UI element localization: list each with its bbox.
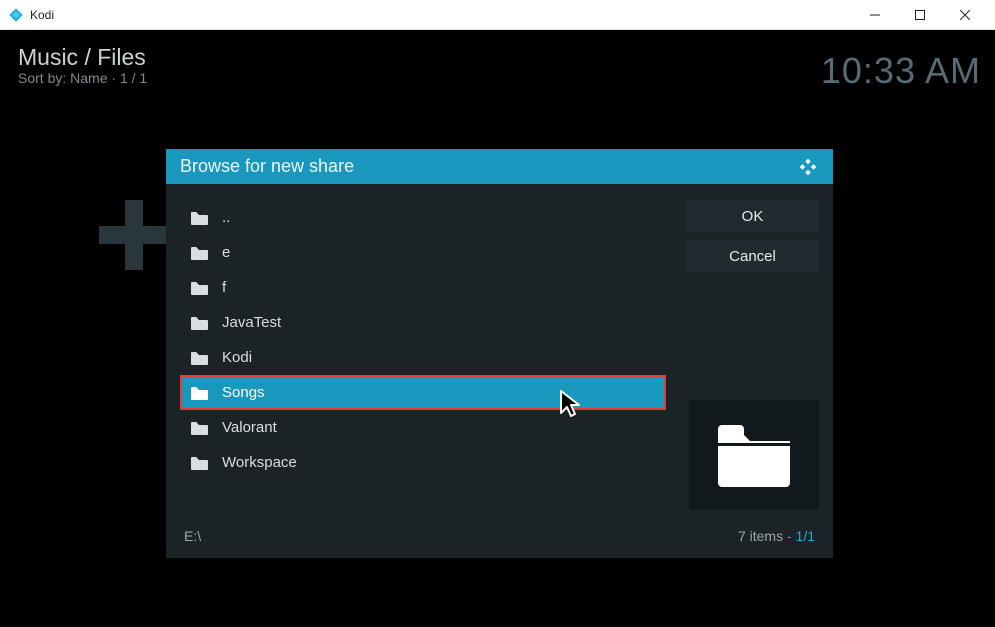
window-maximize-button[interactable] xyxy=(897,0,942,30)
sort-label[interactable]: Sort by: Name xyxy=(18,70,107,86)
file-item[interactable]: Kodi xyxy=(180,340,666,375)
file-item[interactable]: JavaTest xyxy=(180,305,666,340)
item-count: 7 items xyxy=(738,528,783,544)
window-title: Kodi xyxy=(30,8,54,22)
dialog-title: Browse for new share xyxy=(180,156,354,177)
sort-line: Sort by: Name · 1 / 1 xyxy=(18,70,147,86)
ok-button[interactable]: OK xyxy=(686,200,819,232)
file-item-label: f xyxy=(222,279,226,296)
folder-icon xyxy=(190,316,208,330)
folder-icon xyxy=(190,456,208,470)
window-titlebar: Kodi xyxy=(0,0,995,30)
file-item-label: Workspace xyxy=(222,454,297,471)
cancel-button[interactable]: Cancel xyxy=(686,240,819,272)
window-minimize-button[interactable] xyxy=(852,0,897,30)
file-item-label: JavaTest xyxy=(222,314,281,331)
file-item[interactable]: Workspace xyxy=(180,445,666,480)
current-path: E:\ xyxy=(184,528,201,544)
file-item-label: Songs xyxy=(222,384,265,401)
file-item[interactable]: e xyxy=(180,235,666,270)
footer-separator: - xyxy=(783,528,795,544)
folder-icon xyxy=(190,281,208,295)
file-item[interactable]: Songs xyxy=(180,375,666,410)
clock: 10:33 AM xyxy=(821,50,981,92)
dialog-footer: E:\ 7 items - 1/1 xyxy=(166,520,833,558)
page-indicator: 1 / 1 xyxy=(120,70,147,86)
file-list: .. e f JavaTest Kodi Songs Valorant Workspace xyxy=(180,200,666,510)
folder-icon xyxy=(190,246,208,260)
folder-icon xyxy=(190,211,208,225)
browse-dialog: Browse for new share .. e f JavaTest Kodi Son… xyxy=(166,149,833,558)
sort-separator: · xyxy=(111,70,116,86)
preview-panel xyxy=(689,400,819,510)
folder-icon xyxy=(190,421,208,435)
file-item-label: .. xyxy=(222,209,230,226)
file-item[interactable]: f xyxy=(180,270,666,305)
file-item-label: e xyxy=(222,244,230,261)
footer-page: 1/1 xyxy=(796,528,815,544)
file-item[interactable]: Valorant xyxy=(180,410,666,445)
folder-icon xyxy=(190,351,208,365)
app-viewport: Music / Files Sort by: Name · 1 / 1 10:3… xyxy=(0,30,995,627)
window-close-button[interactable] xyxy=(942,0,987,30)
file-item-label: Valorant xyxy=(222,419,277,436)
dialog-header: Browse for new share xyxy=(166,149,833,184)
breadcrumb: Music / Files xyxy=(18,44,146,71)
folder-large-icon xyxy=(714,423,794,487)
add-source-icon[interactable] xyxy=(99,200,169,270)
file-item[interactable]: .. xyxy=(180,200,666,235)
kodi-logo-icon xyxy=(797,156,819,178)
folder-icon xyxy=(190,386,208,400)
file-item-label: Kodi xyxy=(222,349,252,366)
kodi-logo-icon xyxy=(8,7,24,23)
